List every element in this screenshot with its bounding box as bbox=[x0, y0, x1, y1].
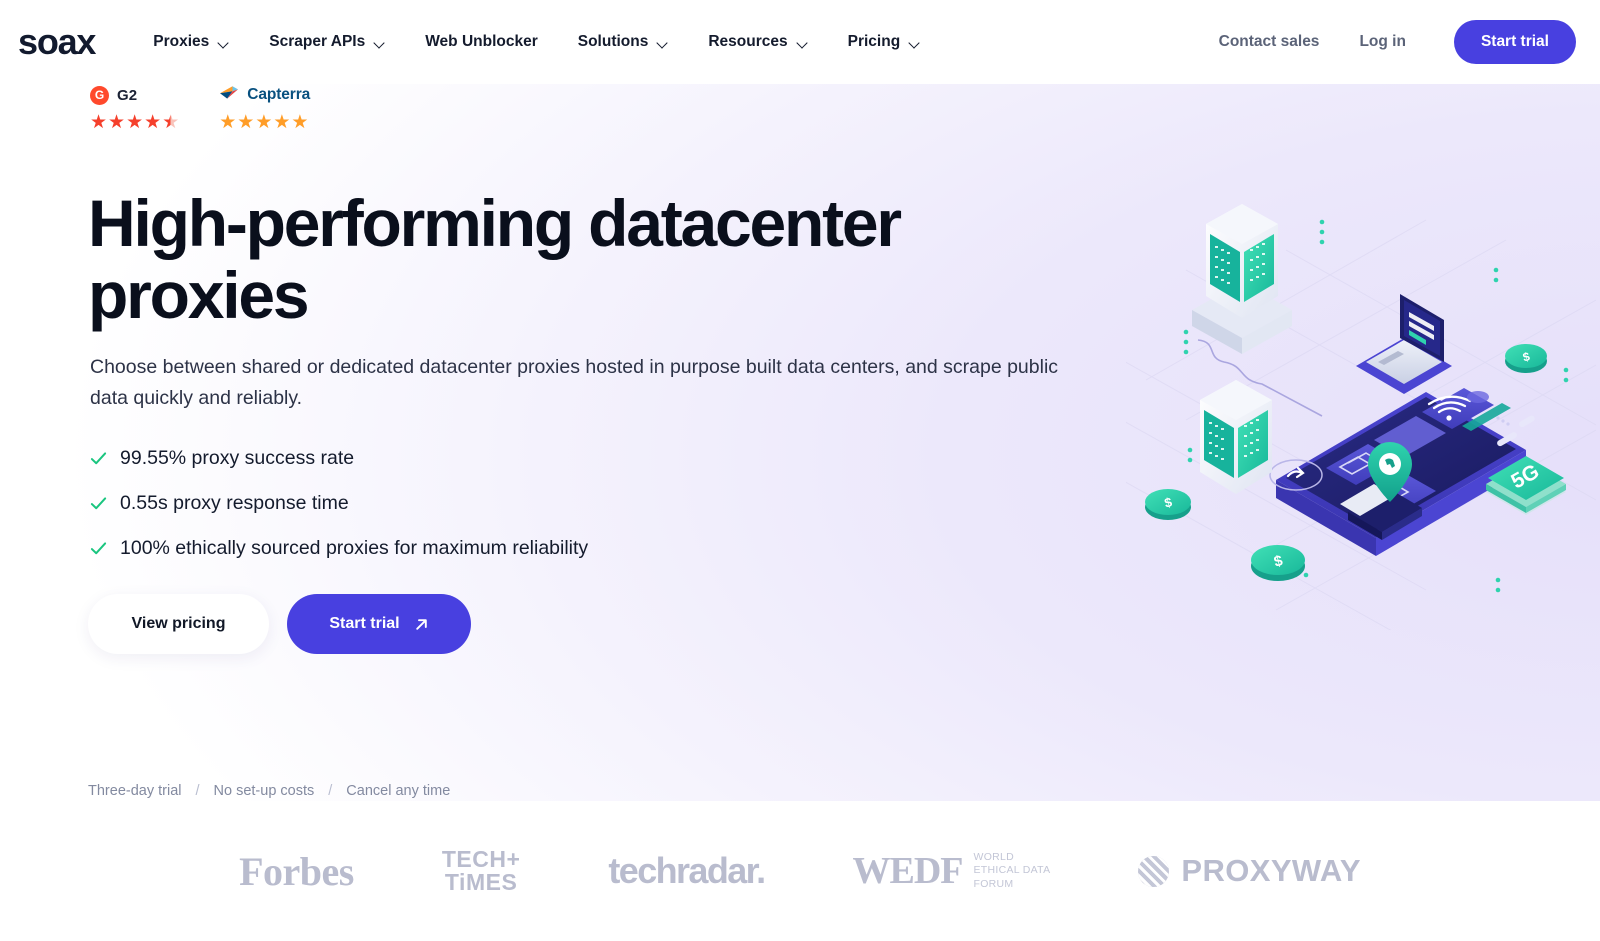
logo-techtimes: TECH+ TiMES bbox=[398, 845, 565, 895]
list-item: 100% ethically sourced proxies for maxim… bbox=[90, 526, 588, 571]
proxyway-mark-icon bbox=[1138, 855, 1170, 887]
wedf-sub-line-1: WORLD bbox=[973, 850, 1015, 863]
check-icon bbox=[90, 497, 107, 510]
star-icon: ★ bbox=[255, 112, 273, 133]
wedf-sub-line-3: FORUM bbox=[973, 877, 1014, 890]
wedf-logo-subtext: WORLD ETHICAL DATA FORUM bbox=[973, 851, 1050, 891]
nav-item-resources[interactable]: Resources bbox=[688, 23, 827, 61]
trial-fineprint: Three-day trial / No set-up costs / Canc… bbox=[88, 783, 450, 799]
top-navigation-bar: soax Proxies Scraper APIs Web Unblocker … bbox=[0, 0, 1600, 84]
press-logo-strip: Forbes TECH+ TiMES techradar. WEDF WORLD… bbox=[0, 801, 1600, 941]
chevron-down-icon bbox=[218, 39, 229, 46]
list-item-label: 99.55% proxy success rate bbox=[120, 447, 355, 469]
capterra-badge-head: Capterra bbox=[219, 84, 310, 106]
nav-actions: Contact sales Log in Start trial bbox=[1201, 20, 1576, 64]
g2-badge[interactable]: G2 ★ ★ ★ ★ ★ bbox=[90, 84, 179, 132]
techtimes-line-2: TiMES bbox=[444, 869, 518, 895]
primary-nav-links: Proxies Scraper APIs Web Unblocker Solut… bbox=[133, 23, 940, 61]
contact-sales-link[interactable]: Contact sales bbox=[1201, 23, 1338, 61]
fineprint-item: Cancel any time bbox=[346, 783, 451, 799]
logo-techradar: techradar. bbox=[564, 850, 808, 892]
star-icon: ★ bbox=[90, 112, 108, 133]
logo-wedf: WEDF WORLD ETHICAL DATA FORUM bbox=[808, 849, 1094, 893]
nav-item-label: Web Unblocker bbox=[425, 33, 538, 50]
nav-item-web-unblocker[interactable]: Web Unblocker bbox=[405, 23, 558, 61]
nav-item-label: Pricing bbox=[847, 33, 901, 50]
star-icon: ★ bbox=[291, 112, 309, 133]
fineprint-item: Three-day trial bbox=[88, 783, 182, 799]
proxyway-logo-text: PROXYWAY bbox=[1181, 853, 1361, 888]
chevron-down-icon bbox=[909, 39, 920, 46]
nav-item-label: Resources bbox=[708, 33, 788, 50]
star-icon: ★ bbox=[237, 112, 255, 133]
techtimes-line-1: TECH+ bbox=[441, 845, 521, 872]
g2-badge-head: G2 bbox=[90, 84, 179, 106]
check-icon bbox=[90, 542, 107, 555]
chevron-down-icon bbox=[657, 39, 668, 46]
chevron-down-icon bbox=[374, 39, 385, 46]
proxyway-logo: PROXYWAY bbox=[1138, 853, 1361, 889]
isometric-datacenter-proxy-illustration: $ $ $ 5G bbox=[1126, 180, 1596, 630]
capterra-star-rating: ★ ★ ★ ★ ★ bbox=[219, 113, 310, 132]
capterra-badge[interactable]: Capterra ★ ★ ★ ★ ★ bbox=[219, 84, 310, 132]
wedf-sub-line-2: ETHICAL DATA bbox=[973, 864, 1051, 877]
log-in-link[interactable]: Log in bbox=[1341, 23, 1424, 61]
start-trial-button-hero[interactable]: Start trial bbox=[287, 594, 471, 654]
star-half-icon: ★ bbox=[162, 112, 180, 133]
wedf-logo-text: WEDF bbox=[852, 850, 963, 892]
hero-subcopy: Choose between shared or dedicated datac… bbox=[90, 356, 1059, 409]
view-pricing-button[interactable]: View pricing bbox=[88, 594, 269, 654]
page-title: High-performing datacenter proxies bbox=[88, 186, 902, 332]
nav-item-pricing[interactable]: Pricing bbox=[828, 23, 941, 61]
star-icon: ★ bbox=[219, 112, 237, 133]
nav-item-scraper-apis[interactable]: Scraper APIs bbox=[249, 23, 405, 61]
star-icon: ★ bbox=[108, 112, 126, 133]
nav-item-label: Solutions bbox=[577, 33, 649, 50]
g2-icon bbox=[90, 85, 109, 105]
nav-item-label: Proxies bbox=[153, 33, 210, 50]
techradar-logo-text: techradar. bbox=[608, 850, 766, 891]
nav-item-proxies[interactable]: Proxies bbox=[133, 23, 249, 61]
landing-page: soax Proxies Scraper APIs Web Unblocker … bbox=[0, 0, 1600, 941]
capterra-label: Capterra bbox=[247, 86, 311, 103]
star-icon: ★ bbox=[144, 112, 162, 133]
list-item-label: 100% ethically sourced proxies for maxim… bbox=[120, 537, 589, 559]
g2-star-rating: ★ ★ ★ ★ ★ bbox=[90, 113, 179, 132]
arrow-up-right-icon bbox=[415, 618, 427, 630]
review-badges: G2 ★ ★ ★ ★ ★ bbox=[90, 84, 310, 132]
list-item-label: 0.55s proxy response time bbox=[120, 492, 349, 514]
chevron-down-icon bbox=[797, 39, 808, 46]
hero-cta-row: View pricing Start trial bbox=[88, 594, 471, 654]
g2-label: G2 bbox=[117, 86, 138, 104]
nav-item-label: Scraper APIs bbox=[269, 33, 366, 50]
fineprint-item: No set-up costs bbox=[213, 783, 315, 799]
soax-logo[interactable]: soax bbox=[16, 24, 96, 60]
check-icon bbox=[90, 452, 107, 465]
logo-forbes: Forbes bbox=[195, 848, 398, 895]
list-item: 99.55% proxy success rate bbox=[90, 436, 588, 481]
fineprint-separator: / bbox=[195, 783, 200, 799]
list-item: 0.55s proxy response time bbox=[90, 481, 588, 526]
wedf-logo: WEDF WORLD ETHICAL DATA FORUM bbox=[852, 849, 1050, 893]
hero-feature-list: 99.55% proxy success rate 0.55s proxy re… bbox=[90, 436, 588, 571]
start-trial-label: Start trial bbox=[329, 615, 400, 632]
star-icon: ★ bbox=[273, 112, 291, 133]
hero-section: G2 ★ ★ ★ ★ ★ bbox=[0, 84, 1600, 801]
nav-item-solutions[interactable]: Solutions bbox=[558, 23, 689, 61]
star-icon: ★ bbox=[126, 112, 144, 133]
techtimes-logo: TECH+ TiMES bbox=[441, 845, 521, 895]
capterra-icon bbox=[219, 84, 239, 107]
fineprint-separator: / bbox=[328, 783, 333, 799]
logo-proxyway: PROXYWAY bbox=[1094, 853, 1405, 889]
forbes-logo-text: Forbes bbox=[239, 848, 354, 894]
start-trial-button-nav[interactable]: Start trial bbox=[1453, 20, 1576, 64]
